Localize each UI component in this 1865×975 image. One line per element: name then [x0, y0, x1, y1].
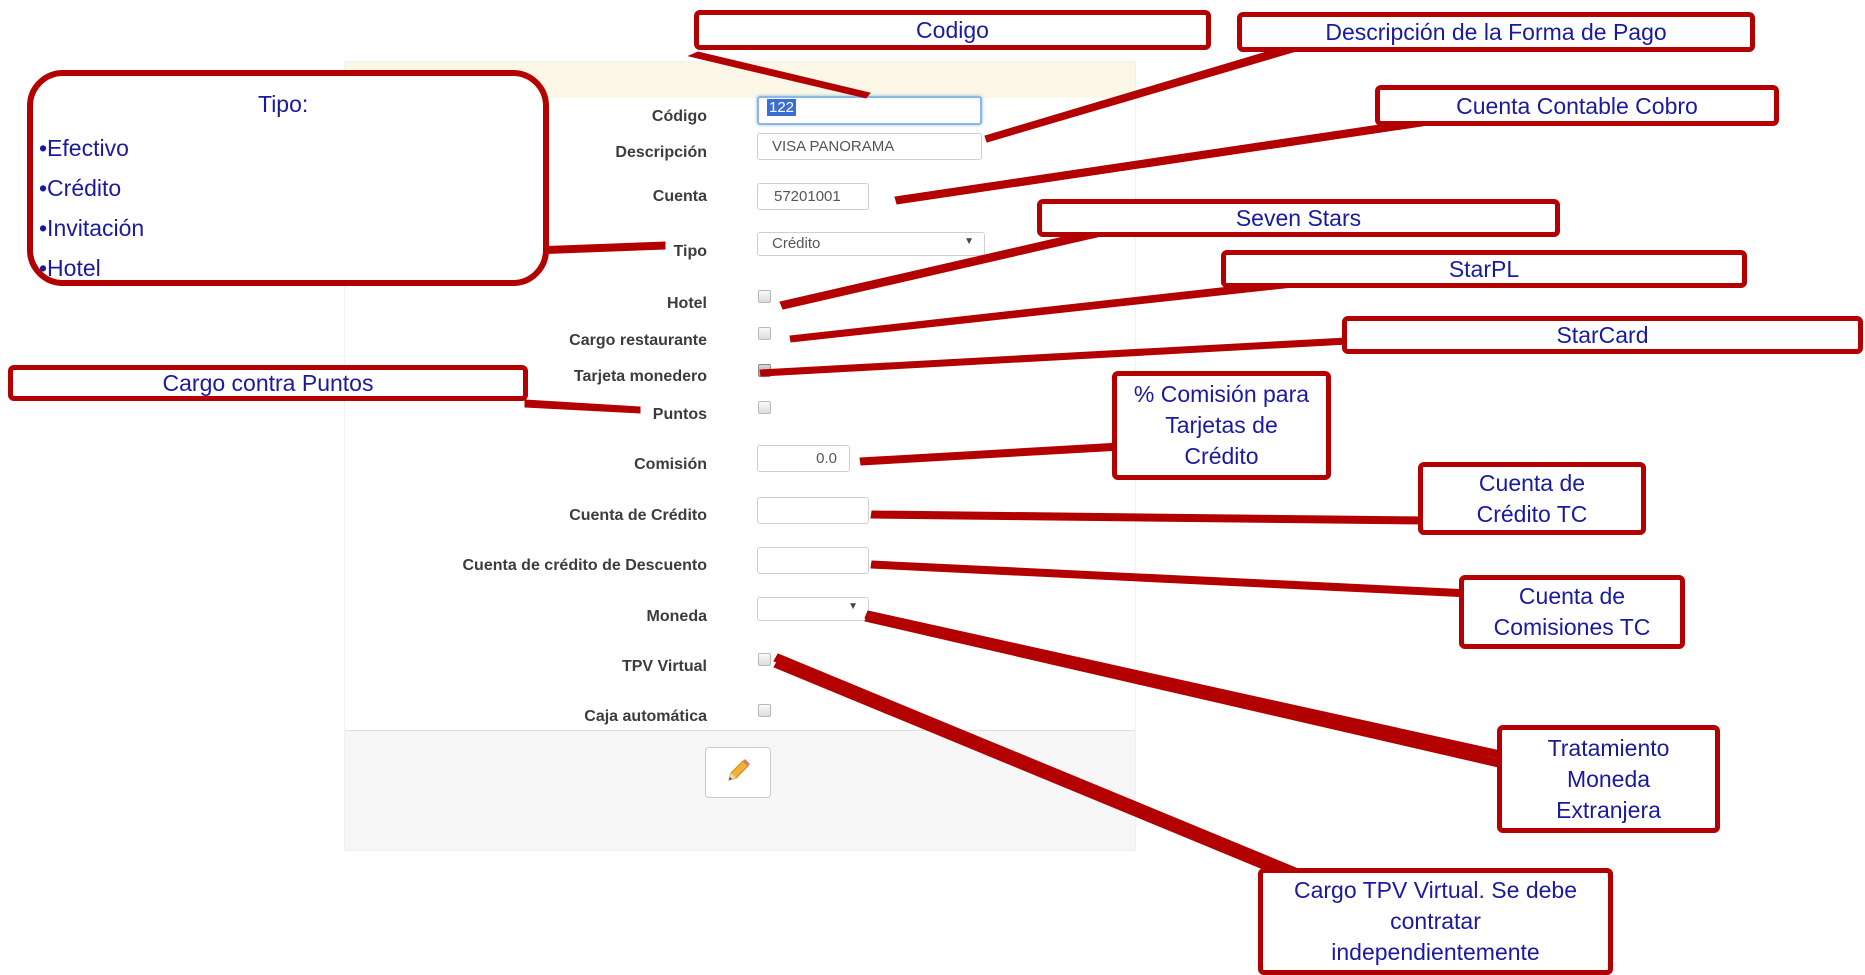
codigo-value: 122	[767, 99, 797, 116]
edit-button[interactable]	[705, 747, 771, 798]
tipo-callout: Tipo: •Efectivo •Crédito •Invitación •Ho…	[27, 70, 549, 286]
tipo-callout-list: •Efectivo •Crédito •Invitación •Hotel	[39, 128, 144, 288]
chevron-down-icon: ▼	[848, 601, 858, 612]
tipo-option: •Efectivo	[39, 135, 129, 161]
moneda-callout-line: Moneda	[1566, 765, 1651, 792]
tipo-option: •Invitación	[39, 215, 145, 241]
comision-callout-line: % Comisión para	[1133, 381, 1310, 407]
cuenta-credito-callout-line: Cuenta de	[1478, 469, 1586, 496]
moneda-callout: Tratamiento Moneda Extranjera	[1497, 725, 1720, 833]
comision-callout-line: Tarjetas de	[1165, 412, 1278, 438]
cuenta-credito-descuento-input[interactable]	[757, 547, 869, 574]
cuenta-input[interactable]: 57201001	[757, 183, 869, 210]
hotel-label: Hotel	[667, 295, 707, 312]
puntos-label: Puntos	[652, 406, 707, 423]
cuenta-credito-input[interactable]	[757, 497, 869, 524]
codigo-label: Código	[651, 108, 707, 125]
tarjeta-monedero-label: Tarjeta monedero	[573, 368, 707, 385]
cuenta-comisiones-callout-line: Comisiones TC	[1493, 614, 1651, 640]
cuenta-callout: Cuenta Contable Cobro	[1375, 85, 1779, 126]
moneda-label: Moneda	[646, 608, 707, 625]
tpv-callout-line: contratar	[1390, 908, 1481, 934]
tipo-option: •Hotel	[39, 255, 101, 281]
tpv-virtual-checkbox[interactable]	[758, 653, 771, 666]
comision-input[interactable]: 0.0	[757, 445, 850, 472]
cuenta-credito-callout-line: Crédito TC	[1476, 500, 1588, 527]
cargo-restaurante-label: Cargo restaurante	[569, 332, 707, 349]
comision-label: Comisión	[634, 456, 707, 473]
tarjeta-monedero-checkbox[interactable]	[758, 364, 771, 377]
cuenta-credito-label: Cuenta de Crédito	[569, 507, 707, 524]
descripcion-callout: Descripción de la Forma de Pago	[1237, 12, 1755, 52]
tipo-selected-value: Crédito	[772, 235, 821, 252]
tipo-option: •Crédito	[39, 175, 122, 201]
descripcion-label: Descripción	[615, 144, 707, 161]
puntos-checkbox[interactable]	[758, 401, 771, 414]
seven-stars-callout: Seven Stars	[1037, 199, 1560, 237]
codigo-callout: Codigo	[694, 10, 1211, 50]
caja-automatica-checkbox[interactable]	[758, 704, 771, 717]
puntos-callout: Cargo contra Puntos	[8, 365, 528, 401]
comision-callout: % Comisión para Tarjetas de Crédito	[1112, 371, 1331, 480]
cuenta-comisiones-callout-line: Cuenta de	[1518, 583, 1626, 609]
chevron-down-icon: ▼	[964, 236, 974, 247]
caja-automatica-label: Caja automática	[584, 708, 707, 725]
tipo-callout-title: Tipo:	[258, 91, 309, 117]
pencil-icon	[728, 759, 750, 781]
starcard-callout: StarCard	[1342, 316, 1863, 354]
moneda-callout-line: Tratamiento	[1547, 734, 1670, 761]
tpv-virtual-label: TPV Virtual	[621, 658, 707, 675]
cuenta-credito-callout: Cuenta de Crédito TC	[1418, 462, 1646, 535]
cuenta-credito-descuento-label: Cuenta de crédito de Descuento	[462, 557, 708, 574]
tpv-callout: Cargo TPV Virtual. Se debe contratar ind…	[1258, 868, 1613, 975]
cuenta-label: Cuenta	[652, 188, 707, 205]
moneda-select[interactable]: ▼	[757, 597, 869, 621]
descripcion-input[interactable]: VISA PANORAMA	[757, 133, 982, 160]
cargo-restaurante-checkbox[interactable]	[758, 327, 771, 340]
moneda-callout-line: Extranjera	[1556, 796, 1661, 823]
starpl-callout: StarPL	[1221, 250, 1747, 288]
codigo-input[interactable]: 122	[757, 96, 982, 125]
comision-callout-line: Crédito	[1184, 443, 1259, 469]
tipo-select[interactable]: Crédito ▼	[757, 232, 985, 256]
tpv-callout-line: independientemente	[1331, 939, 1540, 965]
tpv-callout-line: Cargo TPV Virtual. Se debe	[1294, 877, 1577, 903]
cuenta-comisiones-callout: Cuenta de Comisiones TC	[1459, 575, 1685, 649]
hotel-checkbox[interactable]	[758, 290, 771, 303]
tipo-label: Tipo	[673, 243, 707, 260]
